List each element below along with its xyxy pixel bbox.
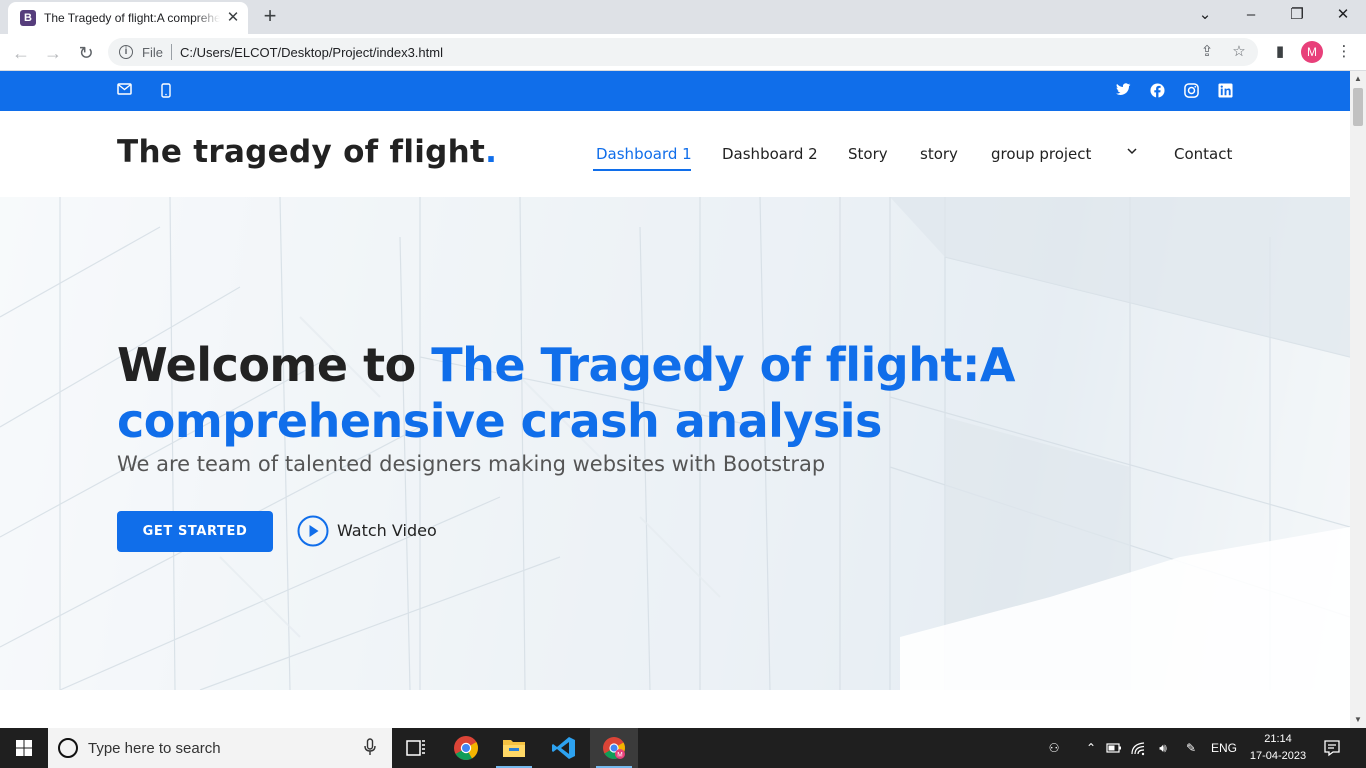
nav-group-project[interactable]: group project [991, 145, 1091, 163]
bootstrap-favicon-icon: B [20, 10, 36, 26]
browser-tab[interactable]: B The Tragedy of flight:A comprehensive … [8, 2, 248, 34]
nav-dashboard-1[interactable]: Dashboard 1 [596, 145, 692, 163]
bookmark-star-icon[interactable]: ☆ [1230, 43, 1248, 61]
get-started-button[interactable]: GET STARTED [117, 511, 273, 552]
browser-toolbar: ← → ↻ i File C:/Users/ELCOT/Desktop/Proj… [0, 34, 1366, 71]
nav-contact[interactable]: Contact [1174, 145, 1232, 163]
notification-center-icon[interactable] [1322, 738, 1342, 758]
hero-section: Welcome to The Tragedy of flight:A compr… [0, 197, 1350, 690]
nav-dashboard-2[interactable]: Dashboard 2 [722, 145, 818, 163]
file-label: File [142, 45, 163, 60]
chrome-profile-taskbar-icon[interactable]: M [590, 728, 638, 768]
url-text[interactable]: C:/Users/ELCOT/Desktop/Project/index3.ht… [180, 45, 443, 60]
taskbar-search-placeholder[interactable]: Type here to search [88, 740, 221, 757]
cortana-circle-icon [58, 738, 78, 758]
close-window-icon[interactable]: ✕ [1320, 0, 1366, 30]
taskbar-clock[interactable]: 21:14 17-04-2023 [1248, 731, 1308, 765]
profile-avatar[interactable]: M [1301, 41, 1323, 63]
play-circle-icon[interactable] [297, 515, 329, 547]
active-nav-underline [593, 169, 691, 171]
svg-text:M: M [617, 752, 622, 759]
forward-icon[interactable]: → [40, 40, 66, 66]
close-tab-icon[interactable]: ✕ [224, 9, 242, 27]
phone-icon[interactable] [156, 81, 176, 101]
envelope-icon[interactable] [114, 81, 134, 101]
watch-video-label[interactable]: Watch Video [337, 521, 437, 540]
chevron-up-icon[interactable]: ⌃ [1081, 728, 1101, 768]
page-viewport: The tragedy of flight. Dashboard 1 Dashb… [0, 71, 1350, 728]
vscode-icon[interactable] [540, 728, 588, 768]
menu-dots-icon[interactable]: ⋮ [1334, 42, 1354, 62]
battery-icon[interactable] [1104, 728, 1124, 768]
side-panel-icon[interactable]: ▮ [1270, 42, 1290, 62]
page-scrollbar[interactable]: ▲ ▼ [1350, 71, 1366, 728]
windows-taskbar: Type here to search M ⚇ ⌃ 🔊︎ ✎ ENG 21:14… [0, 728, 1366, 768]
windows-start-icon[interactable] [0, 728, 48, 768]
instagram-icon[interactable] [1181, 81, 1201, 101]
taskbar-search-box[interactable]: Type here to search [48, 728, 392, 768]
scroll-up-icon[interactable]: ▲ [1350, 72, 1366, 86]
divider [171, 44, 172, 60]
linkedin-icon[interactable] [1215, 81, 1235, 101]
nav-story[interactable]: Story [848, 145, 888, 163]
tab-title: The Tragedy of flight:A comprehensive cr… [44, 11, 220, 25]
hero-subtitle: We are team of talented designers making… [117, 452, 826, 476]
facebook-icon[interactable] [1147, 81, 1167, 101]
site-header: The tragedy of flight. Dashboard 1 Dashb… [0, 111, 1350, 197]
address-bar[interactable]: i File C:/Users/ELCOT/Desktop/Project/in… [108, 38, 1258, 66]
chevron-down-icon[interactable] [1126, 145, 1140, 159]
language-indicator[interactable]: ENG [1208, 728, 1240, 768]
nav-story-lowercase[interactable]: story [920, 145, 958, 163]
twitter-icon[interactable] [1113, 81, 1133, 101]
browser-tab-bar: B The Tragedy of flight:A comprehensive … [0, 0, 1366, 34]
reload-icon[interactable]: ↻ [73, 40, 99, 66]
tab-search-chevron-icon[interactable]: ⌄ [1182, 0, 1228, 30]
restore-icon[interactable]: ❐ [1274, 0, 1320, 30]
share-icon[interactable]: ⇪ [1198, 43, 1216, 61]
hero-title: Welcome to The Tragedy of flight:A compr… [117, 338, 1015, 448]
people-icon[interactable]: ⚇ [1043, 728, 1065, 768]
chrome-taskbar-icon[interactable] [442, 728, 490, 768]
back-icon[interactable]: ← [8, 40, 34, 66]
info-icon[interactable]: i [119, 45, 133, 59]
clock-date: 17-04-2023 [1249, 750, 1307, 762]
microphone-icon[interactable] [362, 738, 378, 758]
volume-icon[interactable]: 🔊︎ [1152, 728, 1174, 768]
site-logo[interactable]: The tragedy of flight. [117, 134, 497, 170]
pen-icon[interactable]: ✎ [1180, 728, 1202, 768]
minimize-icon[interactable]: – [1228, 0, 1274, 30]
contact-topbar [0, 71, 1350, 111]
wifi-icon[interactable] [1128, 728, 1150, 768]
file-explorer-icon[interactable] [490, 728, 538, 768]
scroll-down-icon[interactable]: ▼ [1350, 713, 1366, 727]
clock-time: 21:14 [1264, 733, 1292, 745]
new-tab-icon[interactable]: + [258, 5, 282, 29]
scroll-thumb[interactable] [1353, 88, 1363, 126]
task-view-icon[interactable] [392, 728, 440, 768]
